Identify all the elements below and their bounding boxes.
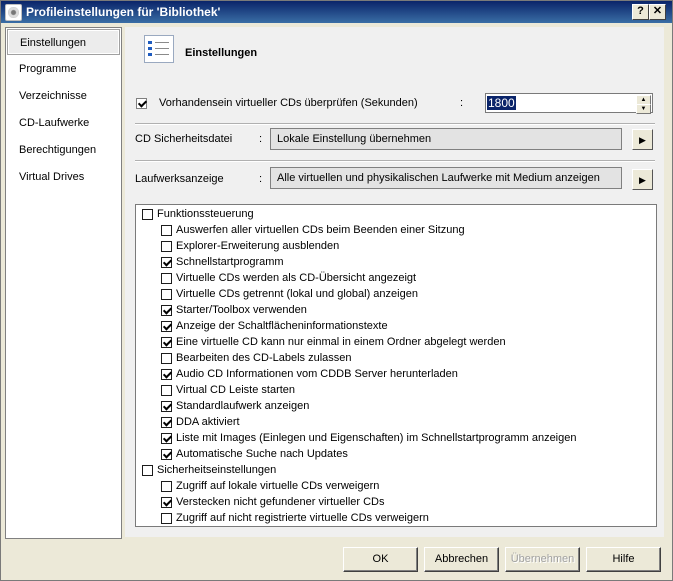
drive-display-field: Alle virtuellen und physikalischen Laufw… — [270, 167, 622, 189]
window-title: Profileinstellungen für 'Bibliothek' — [26, 5, 221, 19]
option-label: Virtuelle CDs getrennt (lokal und global… — [176, 288, 418, 300]
drive-display-label: Laufwerksanzeige — [135, 173, 224, 185]
spin-down-icon[interactable]: ▼ — [636, 104, 651, 114]
separator — [135, 123, 655, 125]
option-checkbox[interactable] — [161, 481, 172, 492]
sidebar-item-programme[interactable]: Programme — [7, 56, 120, 82]
cancel-button[interactable]: Abbrechen — [424, 547, 499, 572]
sidebar-item-cd-laufwerke[interactable]: CD-Laufwerke — [7, 110, 120, 136]
title-bar[interactable]: Profileinstellungen für 'Bibliothek' ? ✕ — [1, 1, 672, 23]
cd-security-label: CD Sicherheitsdatei — [135, 133, 233, 145]
option-label: Automatische Suche nach Updates — [176, 448, 348, 460]
option-checkbox[interactable] — [161, 225, 172, 236]
sidebar-item-berechtigungen[interactable]: Berechtigungen — [7, 137, 120, 163]
option-label: Zugriff auf nicht registrierte virtuelle… — [176, 512, 429, 524]
cd-security-arrow-icon[interactable]: ▶ — [632, 129, 653, 150]
check-virtual-separator: : — [460, 97, 464, 109]
apply-button[interactable]: Übernehmen — [505, 547, 580, 572]
option-label: Virtual CD Leiste starten — [176, 384, 296, 396]
button-bar: OK Abbrechen Übernehmen Hilfe — [1, 538, 672, 580]
option-checkbox[interactable] — [161, 305, 172, 316]
options-tree: Funktionssteuerung Auswerfen aller virtu… — [135, 204, 657, 527]
section-title: Einstellungen — [185, 47, 258, 59]
option-label: Anzeige der Schaltflächeninformationstex… — [176, 320, 388, 332]
option-checkbox[interactable] — [161, 241, 172, 252]
sidebar-item-einstellungen[interactable]: Einstellungen — [7, 29, 120, 55]
option-label: Standardlaufwerk anzeigen — [176, 400, 310, 412]
help-button[interactable]: Hilfe — [586, 547, 661, 572]
option-checkbox[interactable] — [161, 289, 172, 300]
option-label: Explorer-Erweiterung ausblenden — [176, 240, 340, 252]
interval-value[interactable]: 1800 — [487, 96, 516, 110]
group-checkbox[interactable] — [142, 465, 153, 476]
option-label: Verstecken nicht gefundener virtueller C… — [176, 496, 385, 508]
option-label: Virtuelle CDs werden als CD-Übersicht an… — [176, 272, 417, 284]
option-label: Audio CD Informationen vom CDDB Server h… — [176, 368, 458, 380]
check-virtual-cds-checkbox[interactable] — [136, 98, 147, 109]
option-checkbox[interactable] — [161, 433, 172, 444]
drive-display-separator: : — [259, 173, 263, 185]
separator — [135, 160, 655, 162]
option-checkbox[interactable] — [161, 337, 172, 348]
group-checkbox[interactable] — [142, 209, 153, 220]
drive-display-arrow-icon[interactable]: ▶ — [632, 169, 653, 190]
option-checkbox[interactable] — [161, 449, 172, 460]
sidebar-item-virtual-drives[interactable]: Virtual Drives — [7, 164, 120, 190]
sidebar-item-verzeichnisse[interactable]: Verzeichnisse — [7, 83, 120, 109]
sidebar: Einstellungen Programme Verzeichnisse CD… — [5, 27, 122, 539]
option-checkbox[interactable] — [161, 273, 172, 284]
cd-security-field: Lokale Einstellung übernehmen — [270, 128, 622, 150]
option-checkbox[interactable] — [161, 513, 172, 524]
dialog-window: Profileinstellungen für 'Bibliothek' ? ✕… — [0, 0, 673, 581]
checklist-icon — [144, 35, 174, 63]
option-label: Bearbeiten des CD-Labels zulassen — [176, 352, 352, 364]
close-button[interactable]: ✕ — [649, 4, 666, 20]
cd-app-icon — [5, 4, 22, 21]
option-checkbox[interactable] — [161, 385, 172, 396]
cd-security-separator: : — [259, 133, 263, 145]
ok-button[interactable]: OK — [343, 547, 418, 572]
interval-spinbox[interactable]: 1800 ▲ ▼ — [485, 93, 653, 114]
option-checkbox[interactable] — [161, 497, 172, 508]
option-label: Schnellstartprogramm — [176, 256, 284, 268]
settings-panel: Einstellungen Vorhandensein virtueller C… — [125, 27, 664, 537]
option-checkbox[interactable] — [161, 257, 172, 268]
help-title-button[interactable]: ? — [632, 4, 649, 20]
option-checkbox[interactable] — [161, 401, 172, 412]
option-label: DDA aktiviert — [176, 416, 240, 428]
option-label: Liste mit Images (Einlegen und Eigenscha… — [176, 432, 577, 444]
check-virtual-cds-label: Vorhandensein virtueller CDs überprüfen … — [159, 97, 418, 109]
group-label: Sicherheitseinstellungen — [157, 464, 277, 476]
option-label: Eine virtuelle CD kann nur einmal in ein… — [176, 336, 506, 348]
option-label: Starter/Toolbox verwenden — [176, 304, 307, 316]
option-checkbox[interactable] — [161, 321, 172, 332]
option-label: Auswerfen aller virtuellen CDs beim Been… — [176, 224, 465, 236]
option-label: Zugriff auf lokale virtuelle CDs verweig… — [176, 480, 380, 492]
option-checkbox[interactable] — [161, 369, 172, 380]
option-checkbox[interactable] — [161, 417, 172, 428]
option-checkbox[interactable] — [161, 353, 172, 364]
group-label: Funktionssteuerung — [157, 208, 254, 220]
